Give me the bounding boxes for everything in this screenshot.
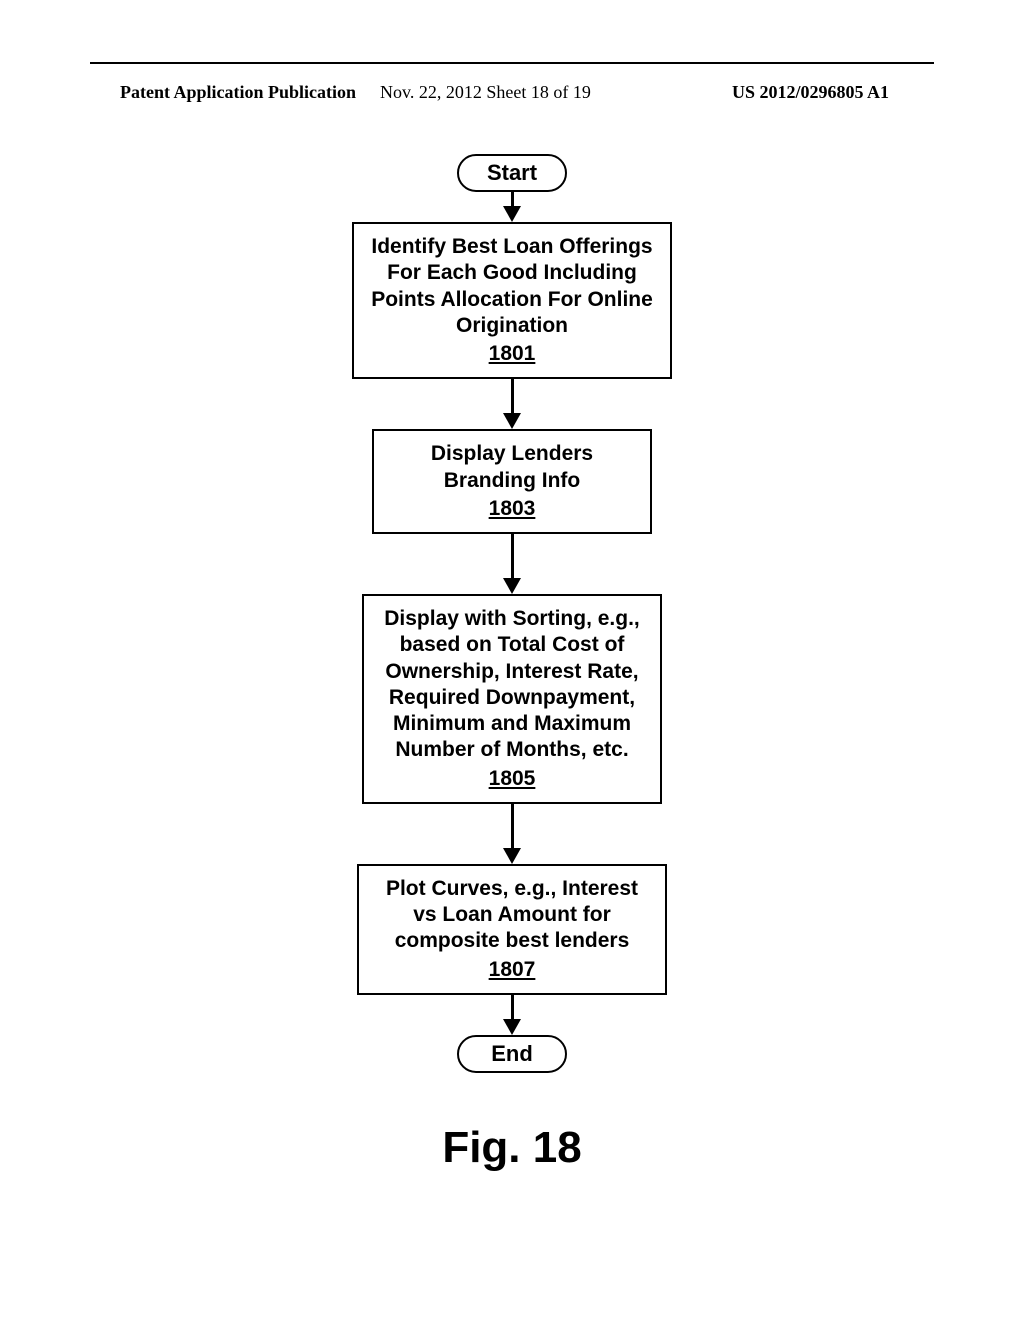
process-text: Display Lenders Branding Info xyxy=(388,441,636,494)
arrow-line xyxy=(511,379,514,413)
arrow-line xyxy=(511,804,514,848)
figure-caption: Fig. 18 xyxy=(442,1123,581,1173)
header-doc-number: US 2012/0296805 A1 xyxy=(732,82,889,103)
process-plot-curves: Plot Curves, e.g., Interest vs Loan Amou… xyxy=(357,864,667,995)
process-text: Plot Curves, e.g., Interest vs Loan Amou… xyxy=(373,876,651,955)
process-display-sorting: Display with Sorting, e.g., based on Tot… xyxy=(362,594,662,804)
process-text: Identify Best Loan Offerings For Each Go… xyxy=(368,234,656,339)
arrow-3 xyxy=(503,534,521,594)
arrow-4 xyxy=(503,804,521,864)
process-ref: 1807 xyxy=(489,957,536,983)
arrow-head-icon xyxy=(503,206,521,222)
arrow-head-icon xyxy=(503,578,521,594)
arrow-1 xyxy=(503,192,521,222)
start-label: Start xyxy=(487,160,537,185)
header-rule xyxy=(90,62,934,64)
arrow-head-icon xyxy=(503,413,521,429)
process-ref: 1803 xyxy=(489,496,536,522)
start-terminal: Start xyxy=(457,154,567,192)
flowchart-container: Start Identify Best Loan Offerings For E… xyxy=(0,154,1024,1173)
arrow-line xyxy=(511,534,514,578)
end-terminal: End xyxy=(457,1035,567,1073)
page-header: Patent Application Publication Nov. 22, … xyxy=(0,82,1024,103)
process-ref: 1801 xyxy=(489,341,536,367)
header-date-sheet: Nov. 22, 2012 Sheet 18 of 19 xyxy=(380,82,591,103)
process-identify-offerings: Identify Best Loan Offerings For Each Go… xyxy=(352,222,672,379)
process-text: Display with Sorting, e.g., based on Tot… xyxy=(378,606,646,764)
process-display-branding: Display Lenders Branding Info 1803 xyxy=(372,429,652,534)
arrow-line xyxy=(511,995,514,1019)
end-label: End xyxy=(491,1041,533,1066)
arrow-2 xyxy=(503,379,521,429)
header-publication: Patent Application Publication xyxy=(120,82,356,103)
process-ref: 1805 xyxy=(489,766,536,792)
arrow-head-icon xyxy=(503,848,521,864)
arrow-5 xyxy=(503,995,521,1035)
arrow-head-icon xyxy=(503,1019,521,1035)
arrow-line xyxy=(511,192,514,206)
